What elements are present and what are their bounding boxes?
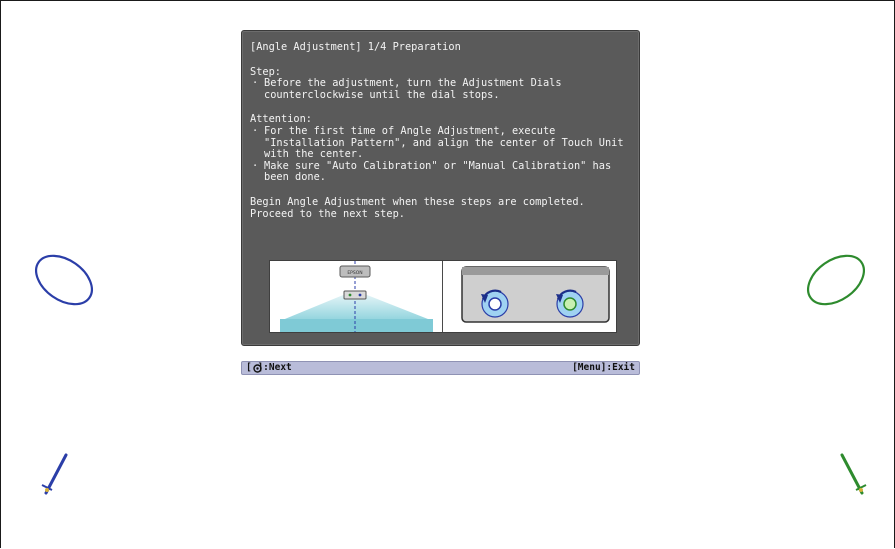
step-bullet: · Before the adjustment, turn the Adjust…	[250, 77, 635, 101]
attention-bullet-text: For the first time of Angle Adjustment, …	[264, 124, 624, 161]
pen-icon	[41, 453, 68, 495]
angle-adjustment-dialog: [Angle Adjustment] 1/4 Preparation Step:…	[241, 30, 640, 346]
bullet-mark: ·	[252, 77, 259, 90]
right-pen-hover-indicator	[807, 254, 865, 306]
exit-hint[interactable]: [Menu]:Exit	[572, 362, 635, 374]
bullet-mark: ·	[252, 124, 259, 137]
attention-bullet-text: Make sure "Auto Calibration" or "Manual …	[264, 159, 612, 184]
projector-label: EPSON	[347, 270, 362, 276]
attention-bullet: · Make sure "Auto Calibration" or "Manua…	[250, 159, 635, 184]
right-dial-icon	[556, 289, 584, 318]
key-hint-bar: [ ]:Next [Menu]:Exit	[241, 361, 640, 375]
attention-bullet: · For the first time of Angle Adjustment…	[250, 124, 635, 161]
touch-unit	[343, 290, 367, 300]
projector-diagram: EPSON	[280, 261, 433, 332]
closing-line: Begin Angle Adjustment when these steps …	[250, 195, 585, 208]
next-hint[interactable]: [ ]:Next	[246, 362, 292, 374]
enter-button-icon	[253, 363, 262, 373]
bullet-mark: ·	[252, 159, 259, 172]
closing-line: Proceed to the next step.	[250, 207, 405, 220]
dialog-text: [Angle Adjustment] 1/4 Preparation Step:…	[250, 41, 635, 220]
adjustment-illustration: EPSON	[269, 260, 617, 333]
pen-icon	[840, 453, 867, 495]
dialog-title: [Angle Adjustment] 1/4 Preparation	[250, 41, 461, 53]
dials-diagram	[461, 266, 610, 323]
left-dial-icon	[481, 289, 509, 318]
left-pen-hover-indicator	[35, 254, 93, 306]
step-bullet-text: Before the adjustment, turn the Adjustme…	[264, 77, 562, 101]
